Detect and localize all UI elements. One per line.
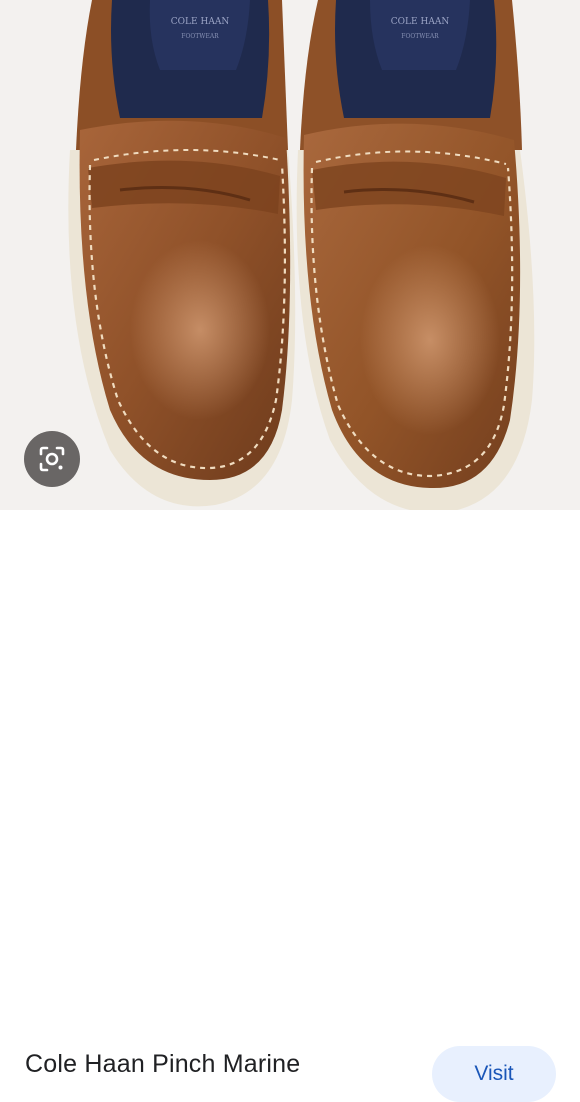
left-loafer: COLE HAAN FOOTWEAR [68,0,296,507]
lens-search-icon[interactable] [24,431,80,487]
visit-button[interactable]: Visit [432,1046,556,1102]
svg-text:FOOTWEAR: FOOTWEAR [401,33,439,40]
svg-text:COLE HAAN: COLE HAAN [171,17,230,27]
svg-text:FOOTWEAR: FOOTWEAR [181,33,219,40]
product-image[interactable]: COLE HAAN FOOTWEAR COLE HAAN FOOTWEAR [0,0,580,510]
loafers-illustration: COLE HAAN FOOTWEAR COLE HAAN FOOTWEAR [68,0,535,510]
svg-text:COLE HAAN: COLE HAAN [391,17,450,27]
result-footer: Cole Haan Pinch Marine Visit [0,510,580,1102]
product-title[interactable]: Cole Haan Pinch Marine [25,1050,300,1079]
lens-search-glyph [39,446,65,472]
right-loafer: COLE HAAN FOOTWEAR [296,0,535,510]
